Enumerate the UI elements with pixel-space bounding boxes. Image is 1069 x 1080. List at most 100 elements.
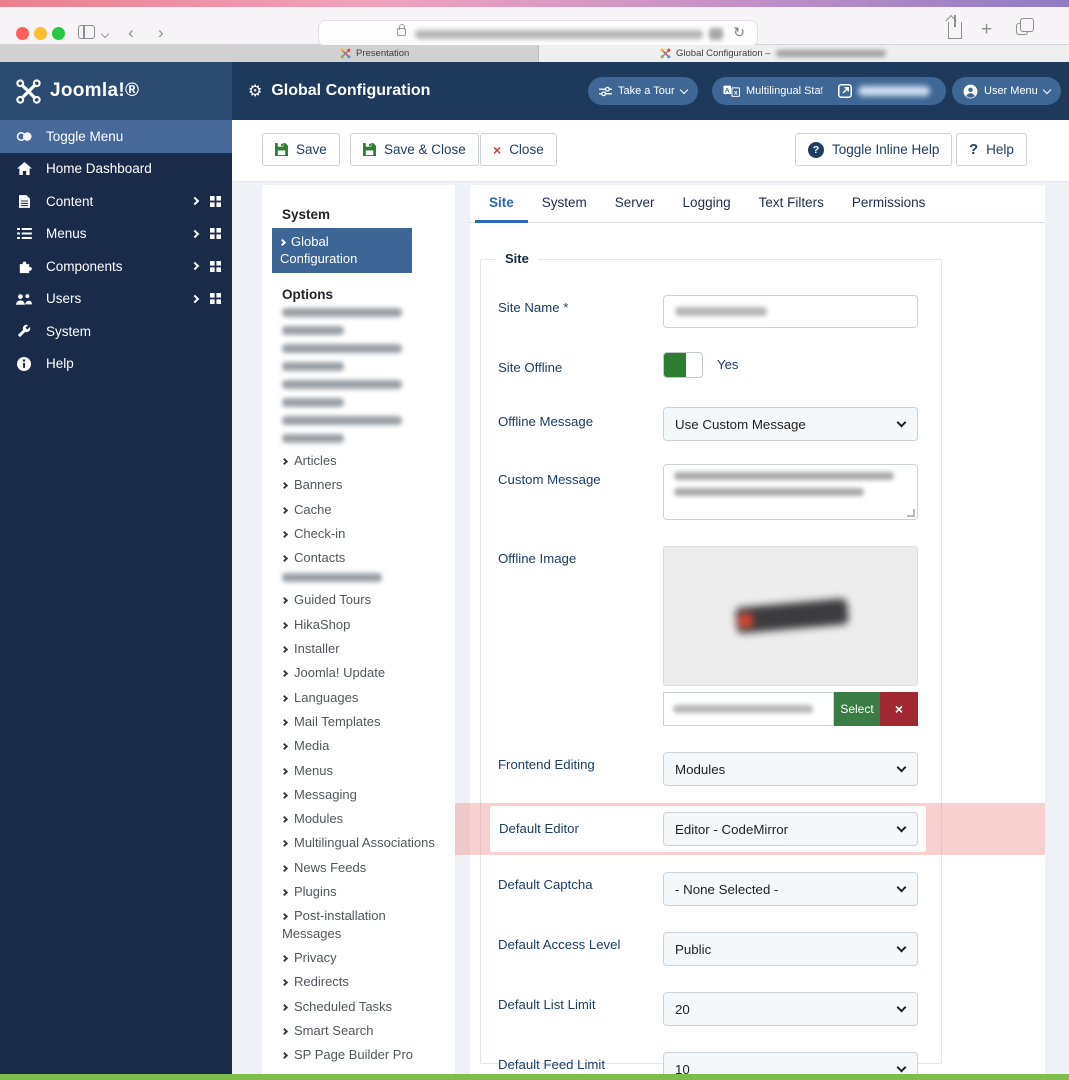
back-icon[interactable]: ‹ [128, 21, 134, 45]
nav-item-global-configuration[interactable]: Global Configuration [272, 228, 412, 273]
nav-item-scheduled-tasks[interactable]: Scheduled Tasks [280, 998, 442, 1015]
sidebar-item-label: Content [46, 193, 94, 209]
offline-message-select[interactable]: Use Custom Message [663, 407, 918, 441]
site-name-input[interactable] [663, 295, 918, 328]
translate-icon: Ax [723, 85, 740, 97]
url-bar[interactable]: ↻ [318, 20, 758, 47]
offline-image-path-input[interactable] [663, 692, 834, 726]
tab-label-redacted [775, 50, 886, 57]
tab-permissions[interactable]: Permissions [838, 185, 940, 223]
help-button[interactable]: ? Help [956, 133, 1027, 166]
sidebar-item-help[interactable]: Help [0, 348, 232, 381]
reload-icon[interactable]: ↻ [733, 24, 745, 41]
joomla-favicon-icon [660, 48, 671, 59]
close-window-button[interactable] [16, 27, 29, 40]
nav-item-smart-search[interactable]: Smart Search [280, 1022, 442, 1039]
select-image-button[interactable]: Select [834, 692, 880, 726]
minimize-window-button[interactable] [34, 27, 47, 40]
nav-item-joomla-update[interactable]: Joomla! Update [280, 664, 442, 681]
browser-tab-global-configuration[interactable]: Global Configuration – [660, 47, 886, 60]
sidebar-item-components[interactable]: Components [0, 250, 232, 283]
sidebar-item-toggle-menu[interactable]: Toggle Menu [0, 120, 232, 153]
default-list-limit-select[interactable]: 20 [663, 992, 918, 1026]
save-and-close-button[interactable]: Save & Close [350, 133, 479, 166]
nav-item-redirects[interactable]: Redirects [280, 973, 442, 990]
sidebar-item-system[interactable]: System [0, 315, 232, 348]
close-button[interactable]: × Close [480, 133, 557, 166]
fullscreen-window-button[interactable] [52, 27, 65, 40]
browser-tab-presentation[interactable]: Presentation [340, 47, 409, 60]
header-pill-user-menu[interactable]: User Menu [952, 77, 1061, 105]
sidebar-item-menus[interactable]: Menus [0, 218, 232, 251]
default-captcha-select[interactable]: - None Selected - [663, 872, 918, 906]
chevron-right-icon [190, 229, 200, 238]
dashboard-grid-icon[interactable] [210, 195, 221, 207]
nav-item-news-feeds[interactable]: News Feeds [280, 859, 442, 876]
sidebar-item-home-dashboard[interactable]: Home Dashboard [0, 153, 232, 186]
nav-item-hikashop[interactable]: HikaShop [280, 616, 442, 633]
nav-item-redacted[interactable] [282, 308, 442, 335]
share-icon[interactable] [948, 15, 962, 39]
tab-text-filters[interactable]: Text Filters [745, 185, 838, 223]
header-pill-redacted[interactable] [822, 77, 946, 105]
forward-icon[interactable]: › [158, 21, 164, 45]
default-editor-select[interactable]: Editor - CodeMirror [663, 812, 918, 846]
clear-image-button[interactable]: × [880, 692, 918, 726]
new-tab-icon[interactable]: + [981, 19, 992, 41]
chevron-right-icon [280, 597, 289, 605]
nav-item-post-installation-messages[interactable]: Post-installation Messages [280, 907, 442, 942]
tab-site[interactable]: Site [475, 185, 528, 223]
dashboard-grid-icon[interactable] [210, 228, 221, 240]
default-access-level-select[interactable]: Public [663, 932, 918, 966]
floppy-icon [363, 143, 376, 156]
nav-item-check-in[interactable]: Check-in [280, 525, 442, 542]
nav-item-installer[interactable]: Installer [280, 640, 442, 657]
nav-item-banners[interactable]: Banners [280, 476, 442, 493]
nav-item-mail-templates[interactable]: Mail Templates [280, 713, 442, 730]
sidebar-item-users[interactable]: Users [0, 283, 232, 316]
nav-item-contacts[interactable]: Contacts [280, 549, 442, 566]
wrench-icon [15, 324, 33, 338]
nav-item-sp-page-builder-pro[interactable]: SP Page Builder Pro [280, 1046, 442, 1063]
sidebar-item-content[interactable]: Content [0, 185, 232, 218]
chevron-right-icon [190, 262, 200, 271]
chevron-down-icon[interactable] [100, 29, 110, 39]
sidebar-icon[interactable] [78, 25, 95, 39]
nav-item-modules[interactable]: Modules [280, 810, 442, 827]
nav-item-label: SP Page Builder Pro [294, 1047, 413, 1063]
nav-item-media[interactable]: Media [280, 737, 442, 754]
nav-item-redacted[interactable] [282, 344, 442, 371]
nav-item-privacy[interactable]: Privacy [280, 949, 442, 966]
nav-item-guided-tours[interactable]: Guided Tours [280, 591, 442, 608]
site-offline-label: Site Offline [498, 360, 563, 375]
tab-system[interactable]: System [528, 185, 601, 223]
custom-message-textarea[interactable] [663, 464, 918, 520]
nav-item-messaging[interactable]: Messaging [280, 786, 442, 803]
nav-item-menus[interactable]: Menus [280, 762, 442, 779]
nav-item-plugins[interactable]: Plugins [280, 883, 442, 900]
dashboard-grid-icon[interactable] [210, 293, 221, 305]
external-link-icon [838, 84, 852, 98]
toggle-on-half [664, 353, 686, 377]
nav-item-redacted[interactable] [282, 416, 442, 443]
chevron-down-icon [896, 417, 907, 428]
nav-item-redacted[interactable] [282, 380, 442, 407]
frontend-editing-select[interactable]: Modules [663, 752, 918, 786]
brand-text: Joomla!® [50, 80, 140, 101]
tab-server[interactable]: Server [601, 185, 669, 223]
admin-sidebar: Toggle Menu Home Dashboard Content Menus Com… [0, 120, 232, 1074]
site-offline-toggle[interactable] [663, 352, 703, 378]
toggle-inline-help-button[interactable]: ? Toggle Inline Help [795, 133, 953, 166]
save-button[interactable]: Save [262, 133, 340, 166]
nav-item-multilingual-associations[interactable]: Multilingual Associations [280, 834, 442, 851]
dashboard-grid-icon[interactable] [210, 260, 221, 272]
nav-item-languages[interactable]: Languages [280, 689, 442, 706]
resize-handle[interactable] [907, 509, 915, 517]
nav-item-redacted[interactable] [282, 573, 442, 583]
nav-item-articles[interactable]: Articles [280, 452, 442, 469]
header-pill-take-a-tour[interactable]: Take a Tour [588, 77, 698, 105]
tab-overview-icon[interactable] [1016, 18, 1034, 35]
tab-logging[interactable]: Logging [669, 185, 745, 223]
nav-item-cache[interactable]: Cache [280, 501, 442, 518]
fieldset-legend: Site [496, 251, 538, 266]
